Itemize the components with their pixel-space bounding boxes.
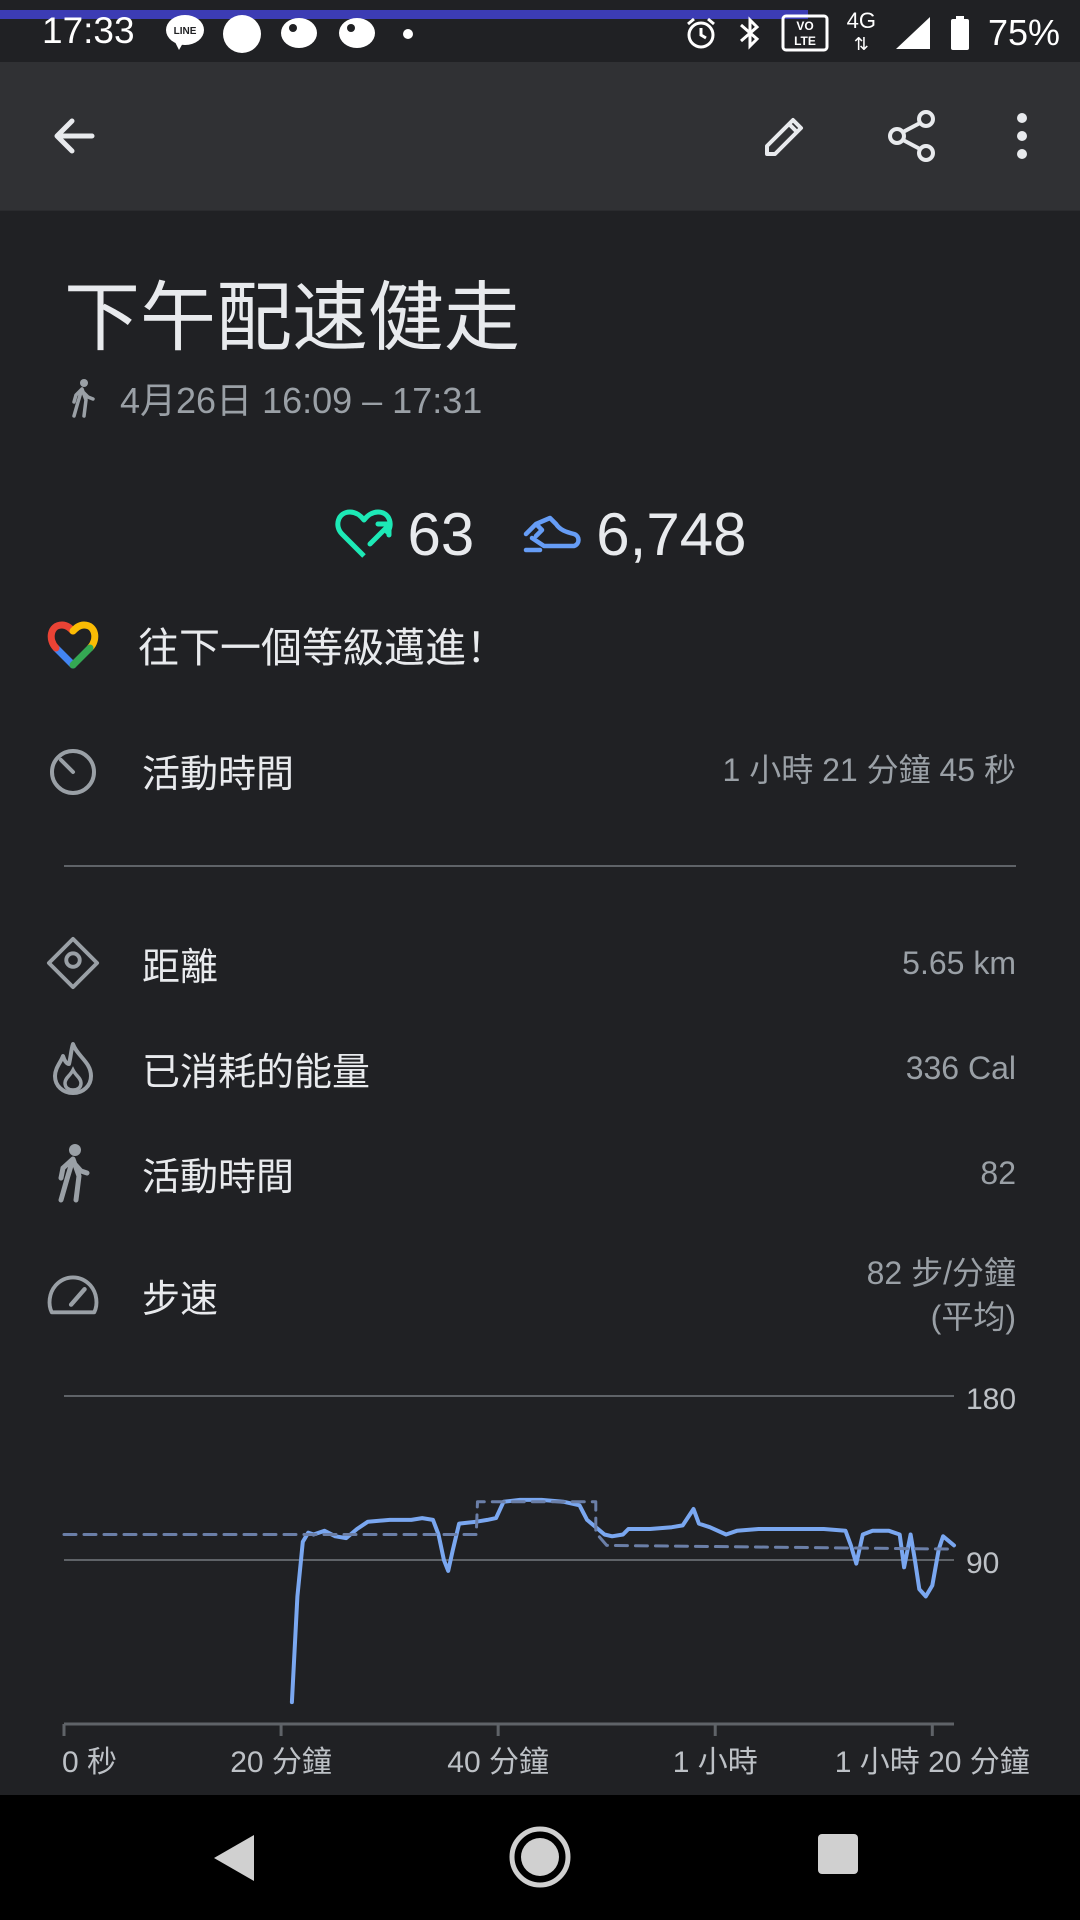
home-circle-icon [509,1826,571,1888]
cadence-row: 步速 82 步/分鐘 (平均) [46,1250,1016,1340]
nav-home-button[interactable] [508,1825,572,1893]
y-tick-label: 180 [966,1383,1016,1416]
battery-percent: 75% [987,11,1060,53]
x-tick-label: 1 小時 20 分鐘 [835,1746,1030,1779]
row-label: 距離 [142,944,219,989]
x-tick-label: 40 分鐘 [447,1746,549,1779]
battery-icon [950,15,970,51]
row-label: 已消耗的能量 [142,1049,371,1094]
activity-date: 4月26日 16:09 – 17:31 [68,372,482,424]
row-label: 活動時間 [142,1154,295,1199]
steps-icon [524,515,582,552]
dot-icon [403,29,413,39]
goal-message: 往下一個等級邁進！ [138,624,507,672]
nav-back-button[interactable] [208,1831,258,1889]
row-value: 82 [980,1155,1016,1191]
row-label: 活動時間 [142,751,295,796]
y-tick-label: 90 [966,1547,999,1580]
walk-icon [72,379,95,418]
distance-icon [46,936,100,990]
status-bar: 17:33 LINE VO LTE 4G ⇅ 75% [0,0,1080,62]
speedometer-icon [46,1268,100,1322]
edit-pencil-icon [765,118,803,156]
system-nav-bar [0,1795,1080,1920]
calories-row: 已消耗的能量 336 Cal [46,1028,1016,1108]
cadence-chart: 180 90 0 秒 20 分鐘 40 分鐘 1 小時 1 小時 20 分鐘 [62,1383,1030,1779]
walk-icon [46,1144,100,1203]
alarm-icon [683,15,719,51]
square-recents-icon [818,1834,858,1874]
svg-text:LINE: LINE [174,26,197,37]
x-tick-label: 0 秒 [62,1746,117,1779]
heart-points-icon [334,509,393,558]
share-icon [888,110,935,162]
steps-value: 6,748 [596,501,747,568]
app-bar [0,62,1080,211]
back-arrow-icon [54,118,95,154]
cadence-value: 82 步/分鐘 [866,1255,1016,1291]
svg-text:VO: VO [796,19,813,33]
goal-banner: 往下一個等級邁進！ [46,614,507,674]
row-value: 336 Cal [905,1050,1016,1086]
average-cadence-line [62,1500,956,1551]
network-type: 4G ⇅ [846,8,876,55]
date-range: 4月26日 16:09 – 17:31 [120,380,483,421]
row-value: 1 小時 21 分鐘 45 秒 [722,752,1016,788]
google-fit-icon [47,621,99,669]
nav-recents-button[interactable] [817,1833,859,1879]
back-button[interactable] [44,106,104,166]
distance-row: 距離 5.65 km [46,923,1016,1003]
active-minutes-row: 活動時間 82 [46,1133,1016,1213]
bird-icon [337,14,377,54]
activity-title: 下午配速健走 [64,273,520,362]
more-vert-icon [1017,113,1027,159]
cadence-note: (平均) [930,1299,1016,1335]
heart-points: 63 [334,500,475,569]
edit-button[interactable] [755,106,815,166]
volte-icon: VO LTE [781,14,829,52]
system-icons: VO LTE 4G ⇅ 75% [683,10,1060,55]
svg-text:LTE: LTE [794,34,816,48]
row-value: 5.65 km [902,945,1016,981]
summary-metrics: 63 6,748 [0,500,1080,569]
divider [64,865,1016,867]
status-time: 17:33 [42,10,135,51]
cadence-series-line [289,1497,956,1705]
signal-icon [894,15,932,51]
row-label: 步速 [142,1276,219,1321]
share-button[interactable] [882,106,942,166]
notification-icons: LINE [165,14,413,54]
row-value: 82 步/分鐘 (平均) [867,1251,1016,1339]
line-icon: LINE [165,14,205,54]
triangle-back-icon [214,1835,254,1881]
active-time-row: 活動時間 1 小時 21 分鐘 45 秒 [46,730,1016,810]
x-tick-label: 1 小時 [673,1746,758,1779]
fire-icon [46,1041,100,1095]
more-options-button[interactable] [992,106,1052,166]
heart-points-value: 63 [407,501,475,568]
timer-icon [46,743,100,797]
bluetooth-icon [737,15,763,51]
x-tick-label: 20 分鐘 [230,1746,332,1779]
circle-icon [223,15,261,53]
steps: 6,748 [522,500,746,569]
bird-icon [279,14,319,54]
